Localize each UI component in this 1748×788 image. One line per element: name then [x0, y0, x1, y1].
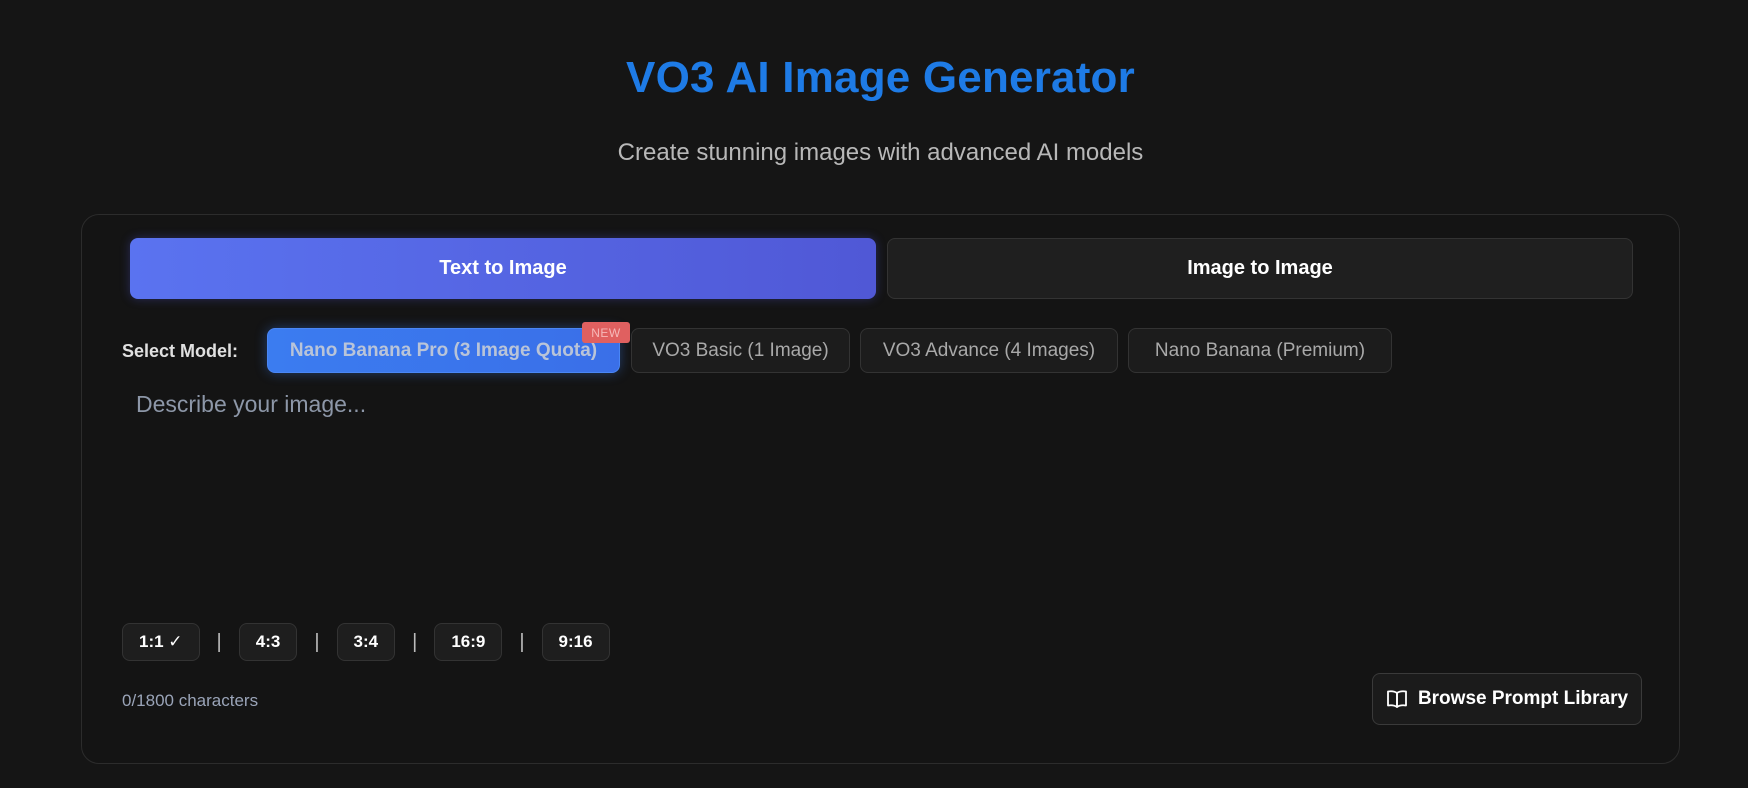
browse-prompt-library-label: Browse Prompt Library: [1417, 688, 1629, 709]
aspect-ratio-16-9-button[interactable]: 16:9: [434, 623, 503, 661]
aspect-ratio-9-16-button[interactable]: 9:16: [541, 623, 610, 661]
ratio-separator: |: [314, 630, 320, 653]
aspect-ratio-4-3-button[interactable]: 4:3: [238, 623, 298, 661]
select-model-label: Select Model:: [122, 341, 239, 361]
model-option-vo3-basic[interactable]: VO3 Basic (1 Image): [631, 328, 850, 373]
browse-prompt-library-button[interactable]: Browse Prompt Library: [1372, 673, 1642, 725]
model-option-vo3-advance[interactable]: VO3 Advance (4 Images): [860, 328, 1118, 373]
tab-image-to-image[interactable]: Image to Image: [887, 238, 1633, 299]
ratio-separator: |: [412, 630, 418, 653]
model-option-nano-banana-pro[interactable]: Nano Banana Pro (3 Image Quota): [267, 328, 620, 373]
tab-text-to-image[interactable]: Text to Image: [130, 238, 876, 299]
book-icon: [1386, 689, 1408, 709]
ratio-separator: |: [519, 630, 525, 653]
generator-card: Text to Image Image to Image Select Mode…: [81, 214, 1680, 764]
character-count: 0/1800 characters: [122, 691, 259, 710]
aspect-ratio-1-1-button[interactable]: 1:1 ✓: [122, 623, 200, 661]
new-badge: NEW: [582, 322, 630, 343]
model-option-nano-banana-premium[interactable]: Nano Banana (Premium): [1128, 328, 1392, 373]
aspect-ratio-selector: 1:1 ✓ | 4:3 | 3:4 | 16:9 | 9:16: [122, 623, 610, 661]
page-title: VO3 AI Image Generator: [626, 53, 1135, 102]
ratio-separator: |: [216, 630, 222, 653]
page-subtitle: Create stunning images with advanced AI …: [617, 139, 1144, 166]
prompt-input[interactable]: [136, 391, 1626, 571]
aspect-ratio-3-4-button[interactable]: 3:4: [336, 623, 396, 661]
